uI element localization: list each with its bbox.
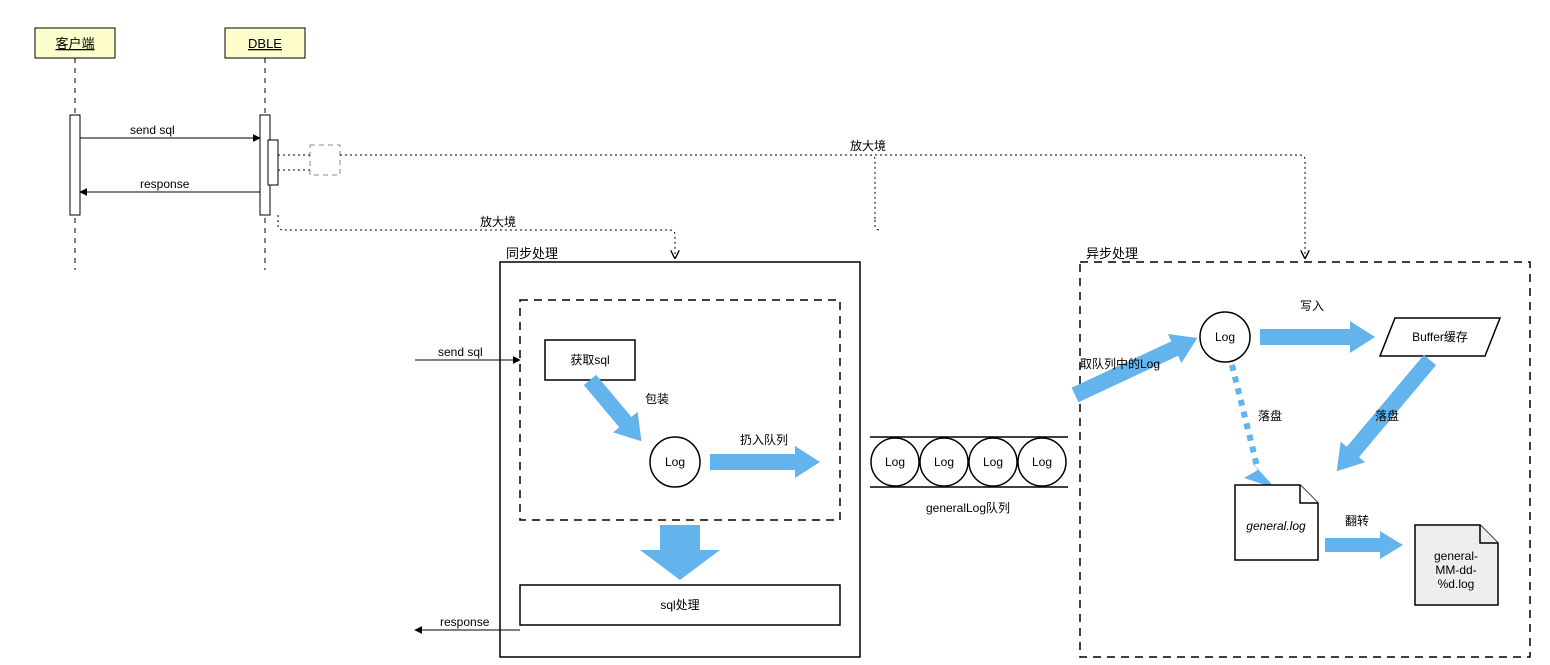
magnifier-corner bbox=[875, 220, 880, 230]
magnifier-label-left: 放大境 bbox=[480, 214, 516, 229]
file-rotated-line1: general- bbox=[1434, 549, 1478, 563]
activation-dble-inner bbox=[268, 140, 278, 185]
queue-item-2-label: Log bbox=[934, 455, 954, 469]
msg-response-label: response bbox=[140, 177, 190, 191]
queue-item-1-label: Log bbox=[885, 455, 905, 469]
sync-block: 同步处理 send sql 获取sql 包装 Log 扔入队列 sql处理 bbox=[415, 246, 860, 657]
sequence-diagram: 客户端 DBLE send sql response bbox=[35, 28, 340, 270]
magnifier-label-right: 放大境 bbox=[850, 138, 886, 153]
file-rotated: general- MM-dd- %d.log bbox=[1415, 525, 1498, 605]
arrow-write bbox=[1260, 321, 1375, 353]
file-general: general.log bbox=[1235, 485, 1318, 560]
async-title: 异步处理 bbox=[1086, 246, 1138, 261]
diagram-canvas: 客户端 DBLE send sql response 放大境 放大境 同步处理 … bbox=[0, 0, 1550, 665]
async-block: 异步处理 取队列中的Log Log 写入 Buffer缓存 落盘 落盘 bbox=[1068, 246, 1530, 657]
log-queue: Log Log Log Log generalLog队列 bbox=[870, 437, 1068, 515]
dequeue-label: 取队列中的Log bbox=[1080, 356, 1160, 371]
queue-name: generalLog队列 bbox=[926, 500, 1010, 515]
zoom-source-box bbox=[310, 145, 340, 175]
write-label: 写入 bbox=[1300, 299, 1324, 313]
file-rotated-line3: %d.log bbox=[1438, 577, 1475, 591]
arrow-flush-dash bbox=[1232, 365, 1275, 488]
actor-dble-label: DBLE bbox=[248, 36, 282, 51]
msg-send-sql-label: send sql bbox=[130, 123, 175, 137]
magnifier-path-left bbox=[278, 215, 675, 258]
queue-item-4-label: Log bbox=[1032, 455, 1052, 469]
file-rotated-line2: MM-dd- bbox=[1435, 563, 1476, 577]
flush2-label: 落盘 bbox=[1375, 408, 1399, 423]
get-sql-label: 获取sql bbox=[570, 353, 609, 367]
sync-log-label: Log bbox=[665, 455, 685, 469]
arrow-rotate bbox=[1325, 531, 1403, 559]
wrap-label: 包装 bbox=[645, 392, 669, 406]
file-general-label: general.log bbox=[1246, 519, 1306, 533]
activation-client bbox=[70, 115, 80, 215]
queue-item-3-label: Log bbox=[983, 455, 1003, 469]
sync-inbound-label: send sql bbox=[438, 345, 483, 359]
sql-process-label: sql处理 bbox=[660, 598, 699, 612]
flush1-label: 落盘 bbox=[1258, 408, 1282, 423]
magnifier-path-right bbox=[875, 155, 1305, 258]
async-log-label: Log bbox=[1215, 330, 1235, 344]
sync-title: 同步处理 bbox=[506, 246, 558, 261]
rotate-label: 翻转 bbox=[1345, 513, 1369, 528]
sync-outbound-label: response bbox=[440, 615, 490, 629]
buffer-label: Buffer缓存 bbox=[1412, 330, 1468, 344]
magnifier-path-left-upper bbox=[340, 155, 875, 220]
enqueue-label: 扔入队列 bbox=[740, 432, 788, 447]
actor-client-label: 客户端 bbox=[55, 36, 94, 51]
